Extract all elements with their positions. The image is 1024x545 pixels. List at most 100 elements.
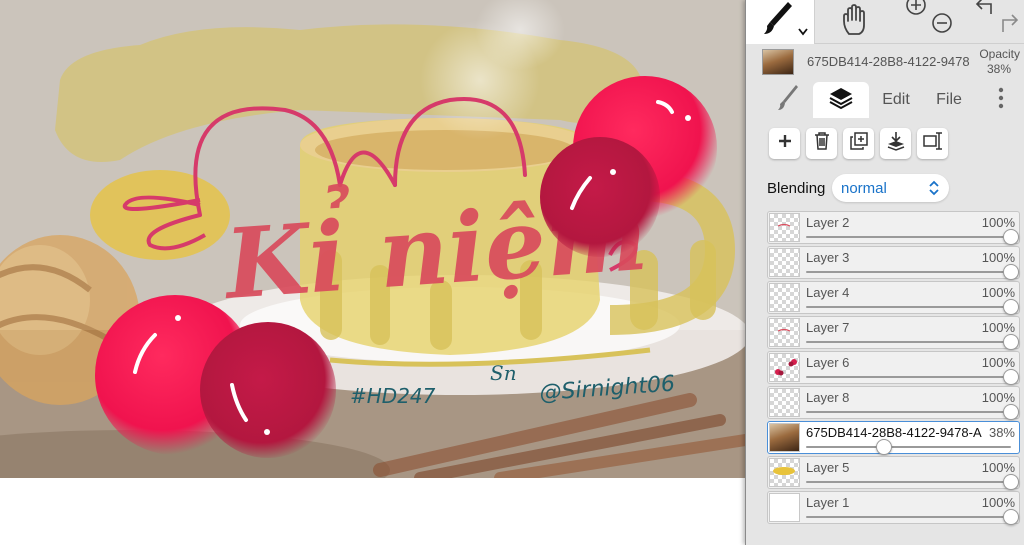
canvas-empty-area[interactable]: [0, 478, 745, 545]
layer-actions: [746, 126, 1024, 166]
layer-name: Layer 6: [806, 355, 850, 370]
brush-icon: [760, 0, 800, 45]
layer-row[interactable]: Layer 2 100%: [767, 211, 1020, 245]
layer-opacity-slider[interactable]: [806, 369, 1019, 385]
layer-name: Layer 4: [806, 285, 850, 300]
chevron-down-icon: [798, 23, 808, 41]
slider-knob[interactable]: [1003, 264, 1019, 280]
layer-row[interactable]: Layer 7 100%: [767, 316, 1020, 350]
layer-opacity: 100%: [981, 355, 1015, 370]
layer-row[interactable]: Layer 6 100%: [767, 351, 1020, 385]
layer-row[interactable]: Layer 1 100%: [767, 491, 1020, 525]
zoom-in-icon: [905, 0, 927, 21]
layer-opacity-slider[interactable]: [806, 439, 1011, 455]
artwork[interactable]: Kỉ niệm #HD247 Sn @Sirnight06: [0, 0, 745, 478]
redo-icon: [999, 12, 1021, 39]
blending-row: Blending normal: [746, 172, 1024, 204]
layer-name: Layer 5: [806, 460, 850, 475]
layers-panel: 675DB414-28B8-4122-9478 Opacity 38% Edit…: [745, 0, 1024, 545]
tab-layers[interactable]: [813, 82, 869, 118]
layer-opacity-slider[interactable]: [806, 404, 1019, 420]
merge-down-button[interactable]: [880, 128, 911, 159]
layer-name: Layer 1: [806, 495, 850, 510]
blending-label: Blending: [767, 180, 826, 197]
layer-opacity: 100%: [981, 285, 1015, 300]
layer-opacity: 100%: [981, 320, 1015, 335]
layer-thumbnail: [769, 423, 800, 452]
slider-knob[interactable]: [1003, 404, 1019, 420]
layer-name: Layer 7: [806, 320, 850, 335]
tool-row: [746, 0, 1024, 44]
layer-opacity-slider[interactable]: [806, 509, 1019, 525]
document-opacity-value: 38%: [986, 62, 1011, 76]
zoom-out-icon: [931, 12, 953, 39]
undo-redo-button[interactable]: [965, 0, 1024, 44]
brush-tool-button[interactable]: [746, 0, 815, 44]
layer-opacity-slider[interactable]: [806, 299, 1019, 315]
layer-row[interactable]: Layer 8 100%: [767, 386, 1020, 420]
layer-row[interactable]: Layer 5 100%: [767, 456, 1020, 490]
blending-mode-select[interactable]: normal: [832, 174, 949, 202]
layer-thumbnail: [769, 388, 800, 417]
layer-row-selected[interactable]: 675DB414-28B8-4122-9478-A 38%: [767, 421, 1020, 455]
slider-knob[interactable]: [1003, 334, 1019, 350]
layer-opacity: 38%: [988, 425, 1015, 440]
layer-opacity: 100%: [981, 250, 1015, 265]
undo-icon: [973, 0, 995, 21]
layer-opacity: 100%: [981, 460, 1015, 475]
artwork-signature-text: Sn: [490, 361, 517, 385]
transform-layer-button[interactable]: [917, 128, 948, 159]
more-menu-button[interactable]: [989, 82, 1013, 118]
chevron-up-down-icon: [928, 178, 940, 203]
slider-knob[interactable]: [1003, 299, 1019, 315]
layer-opacity-slider[interactable]: [806, 229, 1019, 245]
layer-thumbnail: [769, 353, 800, 382]
add-layer-icon: [777, 133, 793, 154]
artwork-hashtag-text: #HD247: [350, 384, 436, 408]
slider-knob[interactable]: [1003, 369, 1019, 385]
document-name: 675DB414-28B8-4122-9478: [807, 54, 969, 69]
hand-tool-button[interactable]: [815, 0, 897, 44]
layer-name: Layer 2: [806, 215, 850, 230]
slider-knob[interactable]: [875, 439, 892, 455]
layer-opacity: 100%: [981, 215, 1015, 230]
artwork-drawing: Kỉ niệm #HD247 Sn @Sirnight06: [0, 0, 745, 478]
blending-mode-value: normal: [841, 180, 887, 197]
hand-icon: [841, 3, 871, 41]
brush-icon: [776, 83, 800, 118]
duplicate-layer-icon: [849, 131, 869, 156]
layer-name: Layer 3: [806, 250, 850, 265]
add-layer-button[interactable]: [769, 128, 800, 159]
layer-opacity-slider[interactable]: [806, 334, 1019, 350]
merge-down-icon: [886, 131, 906, 156]
layer-name: 675DB414-28B8-4122-9478-A: [806, 425, 982, 440]
layer-opacity-slider[interactable]: [806, 264, 1019, 280]
layer-row[interactable]: Layer 4 100%: [767, 281, 1020, 315]
slider-knob[interactable]: [1003, 474, 1019, 490]
tab-brush[interactable]: [766, 82, 810, 118]
layer-name: Layer 8: [806, 390, 850, 405]
layer-opacity-slider[interactable]: [806, 474, 1019, 490]
more-vertical-icon: [998, 87, 1004, 114]
transform-icon: [922, 131, 944, 156]
layer-thumbnail: [769, 458, 800, 487]
drawing-canvas[interactable]: Kỉ niệm #HD247 Sn @Sirnight06: [0, 0, 745, 545]
tab-edit[interactable]: Edit: [874, 82, 918, 118]
layer-thumbnail: [769, 493, 800, 522]
layer-opacity: 100%: [981, 495, 1015, 510]
layer-row[interactable]: Layer 3 100%: [767, 246, 1020, 280]
layer-thumbnail: [769, 283, 800, 312]
document-thumbnail: [762, 49, 794, 75]
zoom-tool-button[interactable]: [897, 0, 965, 44]
delete-layer-button[interactable]: [806, 128, 837, 159]
document-row[interactable]: 675DB414-28B8-4122-9478 Opacity 38%: [746, 44, 1024, 80]
layer-thumbnail: [769, 213, 800, 242]
layers-icon: [828, 86, 854, 115]
slider-knob[interactable]: [1003, 229, 1019, 245]
layer-thumbnail: [769, 318, 800, 347]
slider-knob[interactable]: [1003, 509, 1019, 525]
tab-file[interactable]: File: [930, 82, 968, 118]
document-opacity-label: Opacity: [979, 47, 1020, 61]
duplicate-layer-button[interactable]: [843, 128, 874, 159]
delete-layer-icon: [813, 131, 831, 156]
